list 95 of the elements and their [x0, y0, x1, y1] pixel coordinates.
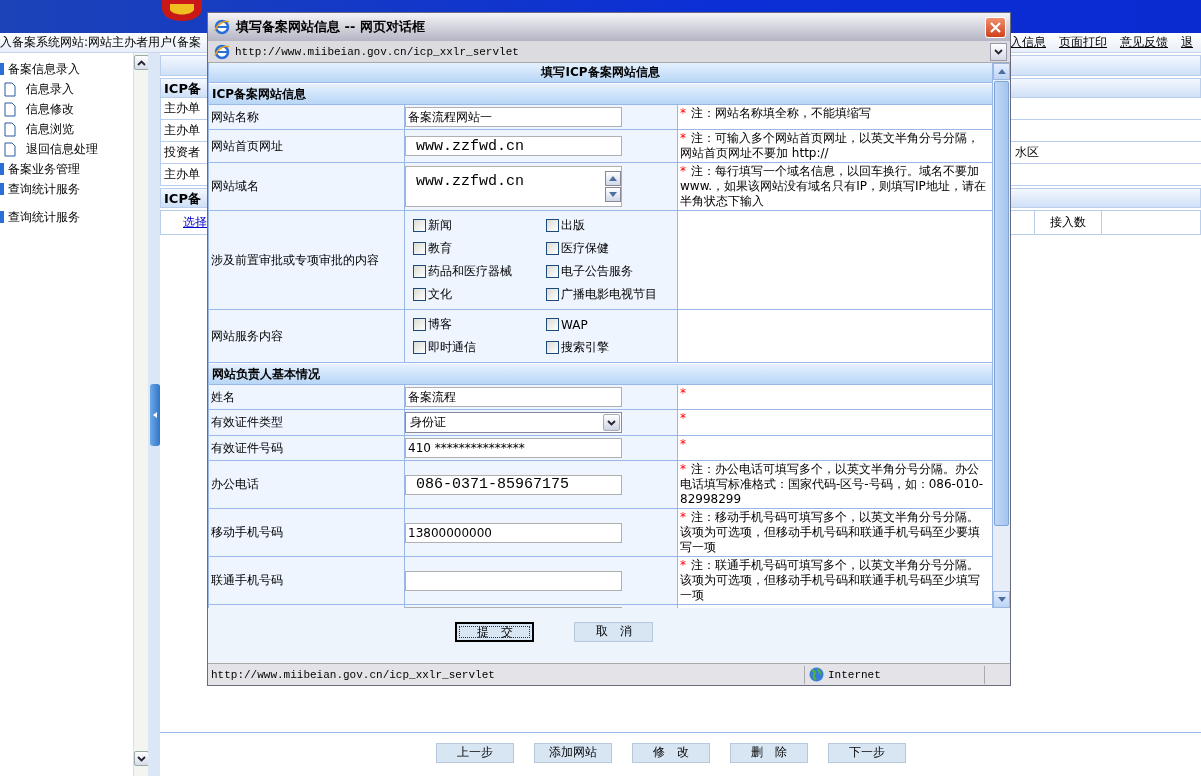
action-button[interactable]: 下一步 — [827, 742, 906, 763]
tree-item[interactable]: 查询统计服务 — [0, 180, 133, 198]
status-url: http://www.miibeian.gov.cn/icp_xxlr_servlet — [210, 668, 496, 681]
section-title: 网站负责人基本情况 — [209, 364, 992, 385]
row-label: 主办单 — [163, 166, 201, 183]
field-label: 涉及前置审批或专项审批的内容 — [211, 251, 379, 269]
nav-link[interactable]: 退 — [1181, 34, 1193, 51]
up-arrow-icon — [997, 69, 1006, 74]
tree-node-icon — [0, 183, 4, 195]
down-arrow-icon — [997, 597, 1006, 602]
page-icon — [4, 121, 16, 137]
collapse-handle[interactable] — [150, 383, 160, 446]
text-field[interactable]: www.zzfwd.cn — [405, 136, 622, 156]
field-note: * 注：联通手机号码可填写多个，以英文半角分号分隔。该项为可选项，但移动手机号码和联通手机号码至少填写一项 — [680, 558, 981, 603]
scrollbar[interactable] — [992, 63, 1010, 608]
user-info-text: 入备案系统网站:网站主办者用户(备案 — [0, 34, 201, 51]
tree-item[interactable]: 查询统计服务 — [0, 208, 133, 226]
tree-item[interactable]: 信息录入 — [0, 80, 133, 98]
dropdown-button[interactable] — [990, 42, 1007, 61]
globe-icon — [809, 667, 824, 682]
field-label: 网站服务内容 — [211, 327, 283, 345]
tree-item[interactable]: 备案业务管理 — [0, 160, 133, 178]
checkbox[interactable]: 新闻 — [413, 217, 546, 234]
tree-node-icon — [0, 163, 4, 175]
field-label: 办公电话 — [211, 476, 259, 493]
field-note: * — [680, 411, 687, 426]
field-note: * 注：可输入多个网站首页网址，以英文半角分号分隔，网站首页网址不要加 http:// — [680, 131, 980, 161]
field-label: 有效证件类型 — [211, 414, 283, 431]
action-button[interactable]: 修 改 — [631, 742, 710, 763]
checkbox[interactable]: 搜索引擎 — [546, 339, 677, 356]
nav-link[interactable]: 入信息 — [1010, 34, 1046, 51]
checkbox[interactable]: 医疗保健 — [546, 240, 677, 257]
section-title: ICP备案网站信息 — [209, 84, 992, 105]
tree-item[interactable]: 信息浏览 — [0, 120, 133, 138]
action-button[interactable]: 添加网站 — [533, 742, 612, 763]
field-label: 网站首页网址 — [211, 137, 283, 155]
field-note: * 注：办公电话可填写多个，以英文半角分号分隔。办公电话填写标准格式：国家代码-区号-号码，如：086-010-82998299 — [680, 462, 985, 507]
row-label: 投资者 — [163, 144, 201, 161]
left-triangle-icon — [153, 411, 157, 418]
checkbox[interactable]: 博客 — [413, 316, 546, 333]
checkbox[interactable]: 教育 — [413, 240, 546, 257]
tree-item[interactable]: 信息修改 — [0, 100, 133, 118]
form-title: 填写ICP备案网站信息 — [209, 63, 992, 83]
field-note: * — [680, 437, 687, 452]
checkbox[interactable]: 出版 — [546, 217, 677, 234]
scrollbar[interactable] — [133, 53, 148, 776]
page-icon — [4, 81, 16, 97]
zone-text: Internet — [828, 668, 881, 681]
page-icon — [4, 141, 16, 157]
text-area[interactable]: www.zzfwd.cn — [405, 166, 622, 207]
close-icon — [990, 21, 1001, 33]
splitter-bar[interactable] — [148, 53, 160, 776]
down-arrow-icon — [609, 192, 617, 197]
dialog-title: 填写备案网站信息 -- 网页对话框 — [236, 18, 425, 36]
text-field[interactable]: 086-0371-85967175 — [405, 474, 622, 495]
address-text: http://www.miibeian.gov.cn/icp_xxlr_servlet — [235, 45, 519, 58]
field-note: * 注：网站名称填全称，不能填缩写 — [680, 106, 871, 121]
nav-link[interactable]: 页面打印 — [1059, 34, 1107, 51]
text-field[interactable] — [405, 570, 622, 591]
checkbox[interactable]: WAP — [546, 316, 677, 333]
checkbox[interactable]: 文化 — [413, 286, 546, 303]
checkbox[interactable]: 广播电影电视节目 — [546, 286, 677, 303]
action-button[interactable]: 上一步 — [435, 742, 514, 763]
tree-node-icon — [0, 63, 4, 75]
browser-e-icon — [214, 43, 230, 60]
tree-node-icon — [0, 211, 4, 223]
checkbox[interactable]: 即时通信 — [413, 339, 546, 356]
text-field[interactable]: 13800000000 — [405, 522, 622, 543]
close-button[interactable] — [985, 16, 1006, 38]
tree-item[interactable]: 退回信息处理 — [0, 140, 133, 158]
text-field[interactable]: 410 *************** — [405, 438, 622, 458]
nav-link[interactable]: 意见反馈 — [1120, 34, 1168, 51]
browser-e-icon — [214, 19, 230, 35]
field-label: 联通手机号码 — [211, 572, 283, 589]
field-label: 有效证件号码 — [211, 439, 283, 457]
field-label: 姓名 — [211, 388, 235, 406]
field-note: * — [680, 386, 687, 401]
column-header: 接入数 — [1034, 211, 1102, 234]
field-label: 移动手机号码 — [211, 524, 283, 541]
up-arrow-icon — [609, 176, 617, 181]
checkbox[interactable]: 电子公告服务 — [546, 263, 677, 280]
text-field[interactable]: 备案流程 — [405, 387, 622, 407]
field-label: 网站名称 — [211, 108, 259, 126]
row-value: 水区 — [1014, 144, 1040, 161]
cancel-button[interactable]: 取 消 — [574, 621, 653, 642]
page-icon — [4, 101, 16, 117]
emblem-icon — [160, 0, 204, 22]
checkbox[interactable]: 药品和医疗器械 — [413, 263, 546, 280]
text-field[interactable]: 备案流程网站一 — [405, 107, 622, 127]
select-field[interactable]: 身份证 — [405, 412, 622, 433]
field-note: * 注：移动手机号码可填写多个，以英文半角分号分隔。该项为可选项，但移动手机号码和联通手机号码至少要填写一项 — [680, 510, 981, 555]
row-label: 主办单 — [163, 100, 201, 117]
tree-item[interactable]: 备案信息录入 — [0, 60, 133, 78]
action-button[interactable]: 删 除 — [729, 742, 808, 763]
row-label: 主办单 — [163, 122, 201, 139]
